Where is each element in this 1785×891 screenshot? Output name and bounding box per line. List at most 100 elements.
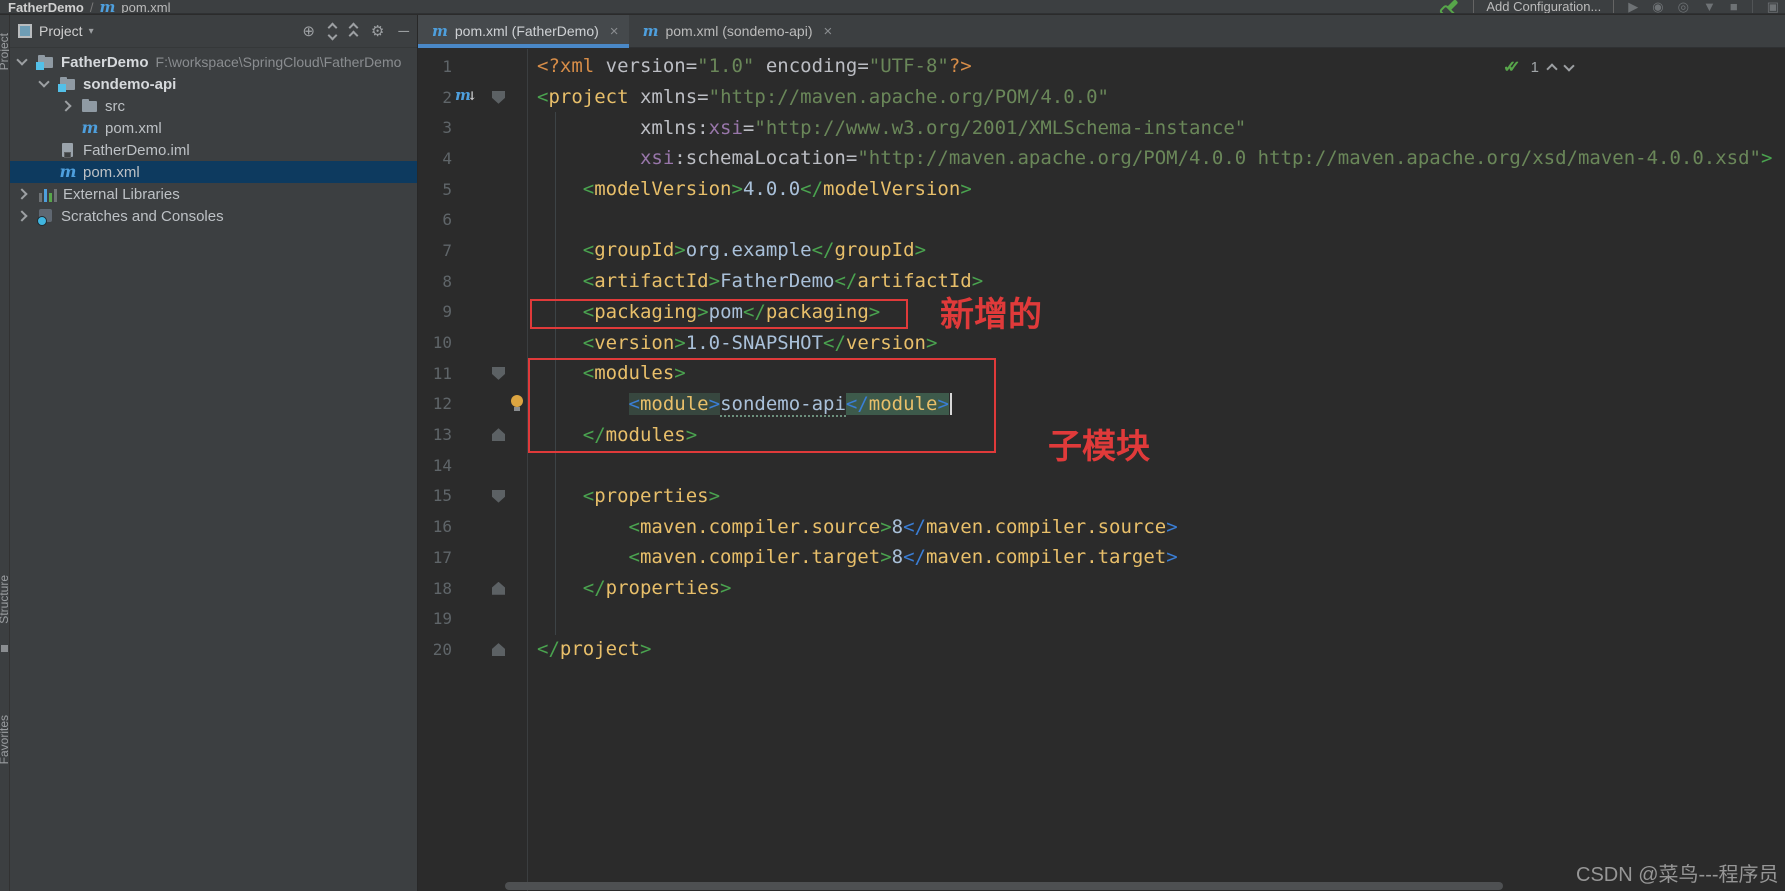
dropdown-arrow-icon[interactable]: ▼ — [1703, 0, 1716, 13]
fold-marker-icon[interactable] — [492, 90, 505, 104]
wrench-icon[interactable] — [1443, 0, 1459, 13]
inspection-widget[interactable]: ✓✓ 1 — [1503, 57, 1575, 77]
debug-icon[interactable]: ◉ — [1652, 0, 1663, 13]
code-line-4[interactable]: 4 xsi:schemaLocation="http://maven.apach… — [418, 143, 1785, 174]
line-number: 3 — [442, 118, 452, 138]
code-text[interactable]: <?xml version="1.0" encoding="UTF-8"?> — [527, 55, 972, 77]
close-icon[interactable]: × — [824, 23, 833, 40]
code-line-16[interactable]: 16 <maven.compiler.source>8</maven.compi… — [418, 511, 1785, 542]
tree-item-pom-xml[interactable]: m pom.xml — [10, 161, 417, 183]
code-line-6[interactable]: 6 — [418, 204, 1785, 235]
maven-icon: m — [642, 21, 659, 40]
code-text[interactable]: </project> — [527, 638, 651, 660]
code-text[interactable]: </properties> — [527, 577, 732, 599]
project-view-caret-icon[interactable]: ▾ — [89, 26, 94, 37]
gutter-markers — [452, 235, 527, 266]
code-line-7[interactable]: 7 <groupId>org.example</groupId> — [418, 235, 1785, 266]
line-number: 18 — [432, 578, 452, 598]
code-text[interactable]: <modelVersion>4.0.0</modelVersion> — [527, 178, 972, 200]
code-line-18[interactable]: 18 </properties> — [418, 573, 1785, 604]
main-toolbar: FatherDemo / m pom.xml Add Configuration… — [0, 0, 1785, 14]
code-line-20[interactable]: 20 </project> — [418, 634, 1785, 665]
tab-pom-sondemo-api[interactable]: m pom.xml (sondemo-api) × — [629, 15, 843, 47]
gutter-markers — [452, 511, 527, 542]
code-line-1[interactable]: 1 <?xml version="1.0" encoding="UTF-8"?> — [418, 51, 1785, 82]
tree-item-fatherdemo[interactable]: FatherDemo F:\workspace\SpringCloud\Fathe… — [10, 51, 417, 73]
maven-icon: m — [81, 118, 99, 137]
chevron-open-icon[interactable] — [16, 54, 28, 66]
hide-toolwindow-icon[interactable]: ─ — [398, 24, 409, 39]
run-icon[interactable]: ▶ — [1628, 0, 1638, 13]
code-text[interactable]: <artifactId>FatherDemo</artifactId> — [527, 270, 983, 292]
tree-item-external-libraries[interactable]: External Libraries — [10, 183, 417, 205]
code-line-19[interactable]: 19 — [418, 603, 1785, 634]
code-text[interactable]: <maven.compiler.target>8</maven.compiler… — [527, 546, 1178, 568]
maven-gutter-icon[interactable]: m ↓ — [455, 86, 477, 104]
annotation-label-added: 新增的 — [940, 296, 1042, 334]
code-line-10[interactable]: 10 <version>1.0-SNAPSHOT</version> — [418, 327, 1785, 358]
code-text[interactable]: xsi:schemaLocation="http://maven.apache.… — [527, 147, 1773, 169]
horizontal-scrollbar[interactable] — [505, 882, 1503, 890]
coverage-icon[interactable]: ◎ — [1678, 0, 1689, 13]
gutter-markers: m ↓ — [452, 82, 527, 113]
line-number: 17 — [432, 547, 452, 567]
editor-content[interactable]: 1 <?xml version="1.0" encoding="UTF-8"?> 2… — [418, 49, 1785, 891]
add-configuration-button[interactable]: Add Configuration... — [1473, 0, 1615, 13]
tab-pom-fatherdemo[interactable]: m pom.xml (FatherDemo) × — [418, 15, 629, 48]
gear-icon[interactable]: ⚙ — [371, 24, 384, 39]
project-view-title[interactable]: Project — [39, 23, 83, 39]
gutter-markers — [452, 204, 527, 235]
code-text[interactable]: <groupId>org.example</groupId> — [527, 239, 926, 261]
code-line-3[interactable]: 3 xmlns:xsi="http://www.w3.org/2001/XMLS… — [418, 112, 1785, 143]
code-text[interactable]: <project xmlns="http://maven.apache.org/… — [527, 86, 1109, 108]
code-text[interactable]: <version>1.0-SNAPSHOT</version> — [527, 332, 938, 354]
chevron-closed-icon[interactable] — [60, 100, 72, 112]
locate-file-icon[interactable]: ⊕ — [302, 24, 315, 39]
prev-problem-icon[interactable] — [1546, 63, 1558, 75]
code-text[interactable]: xmlns:xsi="http://www.w3.org/2001/XMLSch… — [527, 117, 1246, 139]
gutter-markers — [452, 603, 527, 634]
tree-item-label: External Libraries — [63, 185, 180, 203]
stripe-project-tab[interactable]: Project — [0, 33, 9, 70]
code-line-2[interactable]: 2 m ↓ <project xmlns="http://maven.apache.o… — [418, 82, 1785, 113]
code-line-5[interactable]: 5 <modelVersion>4.0.0</modelVersion> — [418, 174, 1785, 205]
line-number: 5 — [442, 179, 452, 199]
chevron-closed-icon[interactable] — [16, 188, 28, 200]
line-number: 19 — [432, 609, 452, 629]
close-icon[interactable]: × — [610, 23, 619, 40]
code-lines: 1 <?xml version="1.0" encoding="UTF-8"?> 2… — [418, 49, 1785, 665]
stop-icon[interactable]: ■ — [1730, 0, 1738, 13]
folder-icon — [81, 98, 99, 114]
stripe-structure-tab[interactable]: Structure — [0, 575, 9, 624]
fold-marker-icon[interactable] — [492, 366, 505, 380]
fold-marker-icon[interactable] — [492, 581, 505, 595]
code-text[interactable]: <maven.compiler.source>8</maven.compiler… — [527, 516, 1178, 538]
toolwindow-stripe: Project Structure Favorites — [0, 15, 10, 891]
code-line-17[interactable]: 17 <maven.compiler.target>8</maven.compi… — [418, 542, 1785, 573]
stripe-icon[interactable] — [1, 645, 8, 652]
fold-marker-icon[interactable] — [492, 489, 505, 503]
layout-icon[interactable]: ▣ — [1767, 0, 1779, 13]
stripe-favorites-tab[interactable]: Favorites — [0, 715, 9, 764]
tree-item-scratches-and-consoles[interactable]: Scratches and Consoles — [10, 205, 417, 227]
code-line-15[interactable]: 15 <properties> — [418, 481, 1785, 512]
folder-module-icon — [58, 76, 77, 92]
expand-all-icon[interactable] — [327, 22, 338, 40]
fold-marker-icon[interactable] — [492, 643, 505, 657]
breadcrumb-project[interactable]: FatherDemo — [8, 0, 84, 13]
project-view-icon — [18, 24, 32, 38]
code-text[interactable]: <properties> — [527, 485, 720, 507]
tree-item-sondemo-api[interactable]: sondemo-api — [10, 73, 417, 95]
tree-item-fatherdemo-iml[interactable]: FatherDemo.iml — [10, 139, 417, 161]
fold-marker-icon[interactable] — [492, 428, 505, 442]
chevron-closed-icon[interactable] — [16, 210, 28, 222]
lightbulb-icon[interactable] — [511, 394, 523, 411]
collapse-all-icon[interactable] — [348, 22, 359, 40]
tree-item-pom-xml[interactable]: m pom.xml — [10, 117, 417, 139]
chevron-open-icon[interactable] — [38, 76, 50, 88]
ide-window: FatherDemo / m pom.xml Add Configuration… — [0, 0, 1785, 891]
tree-item-src[interactable]: src — [10, 95, 417, 117]
breadcrumb-file[interactable]: pom.xml — [121, 0, 170, 13]
code-line-8[interactable]: 8 <artifactId>FatherDemo</artifactId> — [418, 266, 1785, 297]
next-problem-icon[interactable] — [1563, 60, 1575, 72]
